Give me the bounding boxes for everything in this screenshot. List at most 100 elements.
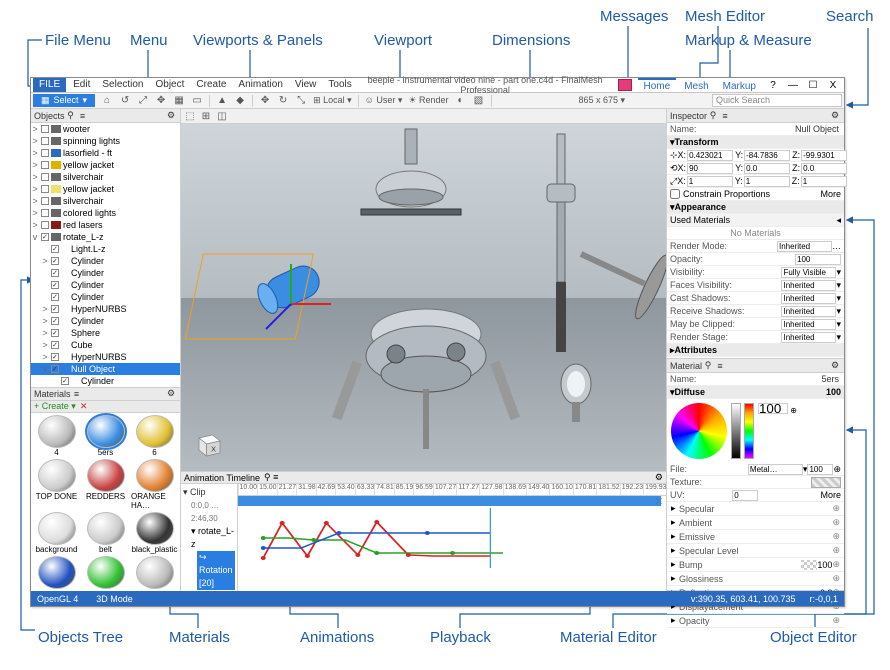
viewport-icon[interactable]: ◫ xyxy=(216,110,228,122)
tool-icon[interactable]: ◆ xyxy=(234,95,246,107)
material-swatch[interactable] xyxy=(131,556,178,589)
material-swatch[interactable] xyxy=(33,556,80,589)
3d-viewport[interactable]: X xyxy=(181,124,666,471)
material-add[interactable]: + Create ▾ xyxy=(34,401,76,412)
menu-object[interactable]: Object xyxy=(151,78,190,92)
scl-x[interactable] xyxy=(687,176,733,187)
rot-y[interactable] xyxy=(744,163,790,174)
close-button[interactable]: X xyxy=(824,80,842,91)
objects-tree[interactable]: >wooter>spinning lights>lasorfield - ft>… xyxy=(31,123,180,387)
minimize-button[interactable]: — xyxy=(784,80,802,91)
tree-row[interactable]: >Cylinder xyxy=(31,315,180,327)
tree-row[interactable]: vrotate_L-z xyxy=(31,231,180,243)
tree-row[interactable]: Cylinder xyxy=(31,375,180,387)
tree-row[interactable]: >Cylinder xyxy=(31,255,180,267)
scl-z[interactable] xyxy=(801,176,847,187)
tree-row[interactable]: Cylinder xyxy=(31,291,180,303)
tree-row[interactable]: >spinning lights xyxy=(31,135,180,147)
material-delete[interactable]: ✕ xyxy=(80,401,88,412)
material-swatch[interactable]: 4 xyxy=(33,415,80,457)
tool-icon[interactable]: ▲ xyxy=(216,95,228,107)
material-channel[interactable]: ▸Glossiness⊕ xyxy=(667,572,844,586)
texture-swatch[interactable] xyxy=(811,477,841,488)
gear-icon[interactable]: ⚙ xyxy=(829,110,841,121)
tree-row[interactable]: >wooter xyxy=(31,123,180,135)
menu-view[interactable]: View xyxy=(290,78,322,92)
pos-z[interactable] xyxy=(801,150,847,161)
constrain-checkbox[interactable] xyxy=(670,189,680,199)
tool-icon[interactable]: ▧ xyxy=(473,95,485,107)
tree-row[interactable]: >HyperNURBS xyxy=(31,351,180,363)
scl-y[interactable] xyxy=(744,176,790,187)
tree-row[interactable]: >Cube xyxy=(31,339,180,351)
maximize-button[interactable]: ☐ xyxy=(804,80,822,91)
color-wheel[interactable] xyxy=(671,403,727,459)
tool-icon[interactable]: ⤡ xyxy=(295,95,307,107)
material-channel[interactable]: ▸Emissive⊕ xyxy=(667,530,844,544)
material-channel[interactable]: ▸Ambient⊕ xyxy=(667,516,844,530)
tree-row[interactable]: >silverchair xyxy=(31,195,180,207)
tab-markup[interactable]: Markup xyxy=(717,78,762,92)
menu-selection[interactable]: Selection xyxy=(97,78,148,92)
help-button[interactable]: ? xyxy=(764,80,782,91)
tree-row[interactable]: Light.L-z xyxy=(31,243,180,255)
material-swatch[interactable]: belt xyxy=(82,512,129,554)
pos-y[interactable] xyxy=(744,150,790,161)
hue-slider[interactable] xyxy=(744,403,754,459)
material-swatch[interactable]: background xyxy=(33,512,80,554)
select-tool[interactable]: ▦Select▾ xyxy=(33,94,95,107)
menu-create[interactable]: Create xyxy=(191,78,231,92)
material-channel[interactable]: ▸Opacity⊕ xyxy=(667,614,844,628)
gear-icon[interactable]: ⚙ xyxy=(165,388,177,399)
material-channel[interactable]: ▸Specular⊕ xyxy=(667,502,844,516)
material-swatch[interactable] xyxy=(82,556,129,589)
opacity-input[interactable] xyxy=(795,254,841,265)
tool-icon[interactable]: ▭ xyxy=(191,95,203,107)
tree-row[interactable]: >lasorfield - ft xyxy=(31,147,180,159)
material-swatch[interactable]: 5ers xyxy=(82,415,129,457)
tool-icon[interactable]: ↻ xyxy=(277,95,289,107)
material-channel[interactable]: ▸Bump 100⊕ xyxy=(667,558,844,572)
tool-icon[interactable]: ◐ xyxy=(455,95,467,107)
value-slider[interactable] xyxy=(731,403,741,459)
tool-icon[interactable]: ↺ xyxy=(119,95,131,107)
menu-edit[interactable]: Edit xyxy=(68,78,95,92)
nav-cube[interactable]: X xyxy=(193,429,223,459)
material-swatch[interactable]: ORANGE HA… xyxy=(131,459,178,510)
tool-icon[interactable]: ✥ xyxy=(259,95,271,107)
material-swatch[interactable]: 6 xyxy=(131,415,178,457)
material-swatch[interactable]: REDDERS xyxy=(82,459,129,510)
tree-row[interactable]: Cylinder xyxy=(31,267,180,279)
pos-x[interactable] xyxy=(687,150,733,161)
render-mode[interactable]: Inherited xyxy=(777,241,832,252)
tree-row[interactable]: vNull Object xyxy=(31,363,180,375)
rot-z[interactable] xyxy=(801,163,847,174)
tree-row[interactable]: Cylinder xyxy=(31,279,180,291)
menu-animation[interactable]: Animation xyxy=(233,78,287,92)
tree-row[interactable]: >silverchair xyxy=(31,171,180,183)
tree-row[interactable]: >colored lights xyxy=(31,207,180,219)
tab-mesh[interactable]: Mesh xyxy=(678,78,714,92)
tool-icon[interactable]: ✥ xyxy=(155,95,167,107)
gear-icon[interactable]: ⚙ xyxy=(829,360,841,371)
material-channel[interactable]: ▸Specular Level⊕ xyxy=(667,544,844,558)
gear-icon[interactable]: ⚙ xyxy=(655,472,663,483)
viewport-icon[interactable]: ⊞ xyxy=(200,110,212,122)
tree-row[interactable]: >yellow jacket xyxy=(31,183,180,195)
material-swatch[interactable]: black_plastic xyxy=(131,512,178,554)
timeline-tree[interactable]: ▾ Clip 0:0,0 … 2:46,30 ▾ rotate_L-z ↪ Ro… xyxy=(181,484,238,592)
tree-row[interactable]: >yellow jacket xyxy=(31,159,180,171)
tree-row[interactable]: >HyperNURBS xyxy=(31,303,180,315)
tree-row[interactable]: >Sphere xyxy=(31,327,180,339)
material-swatch[interactable]: TOP DONE xyxy=(33,459,80,510)
viewport-icon[interactable]: ⬚ xyxy=(184,110,196,122)
more-link[interactable]: More xyxy=(820,189,841,199)
object-name[interactable]: Null Object xyxy=(793,124,841,134)
menu-tools[interactable]: Tools xyxy=(323,78,356,92)
tool-icon[interactable]: ⤢ xyxy=(137,95,149,107)
tab-home[interactable]: Home xyxy=(638,78,677,92)
messages-button[interactable] xyxy=(618,79,632,91)
rot-x[interactable] xyxy=(687,163,733,174)
tool-icon[interactable]: ⌂ xyxy=(101,95,113,107)
tool-icon[interactable]: ▦ xyxy=(173,95,185,107)
